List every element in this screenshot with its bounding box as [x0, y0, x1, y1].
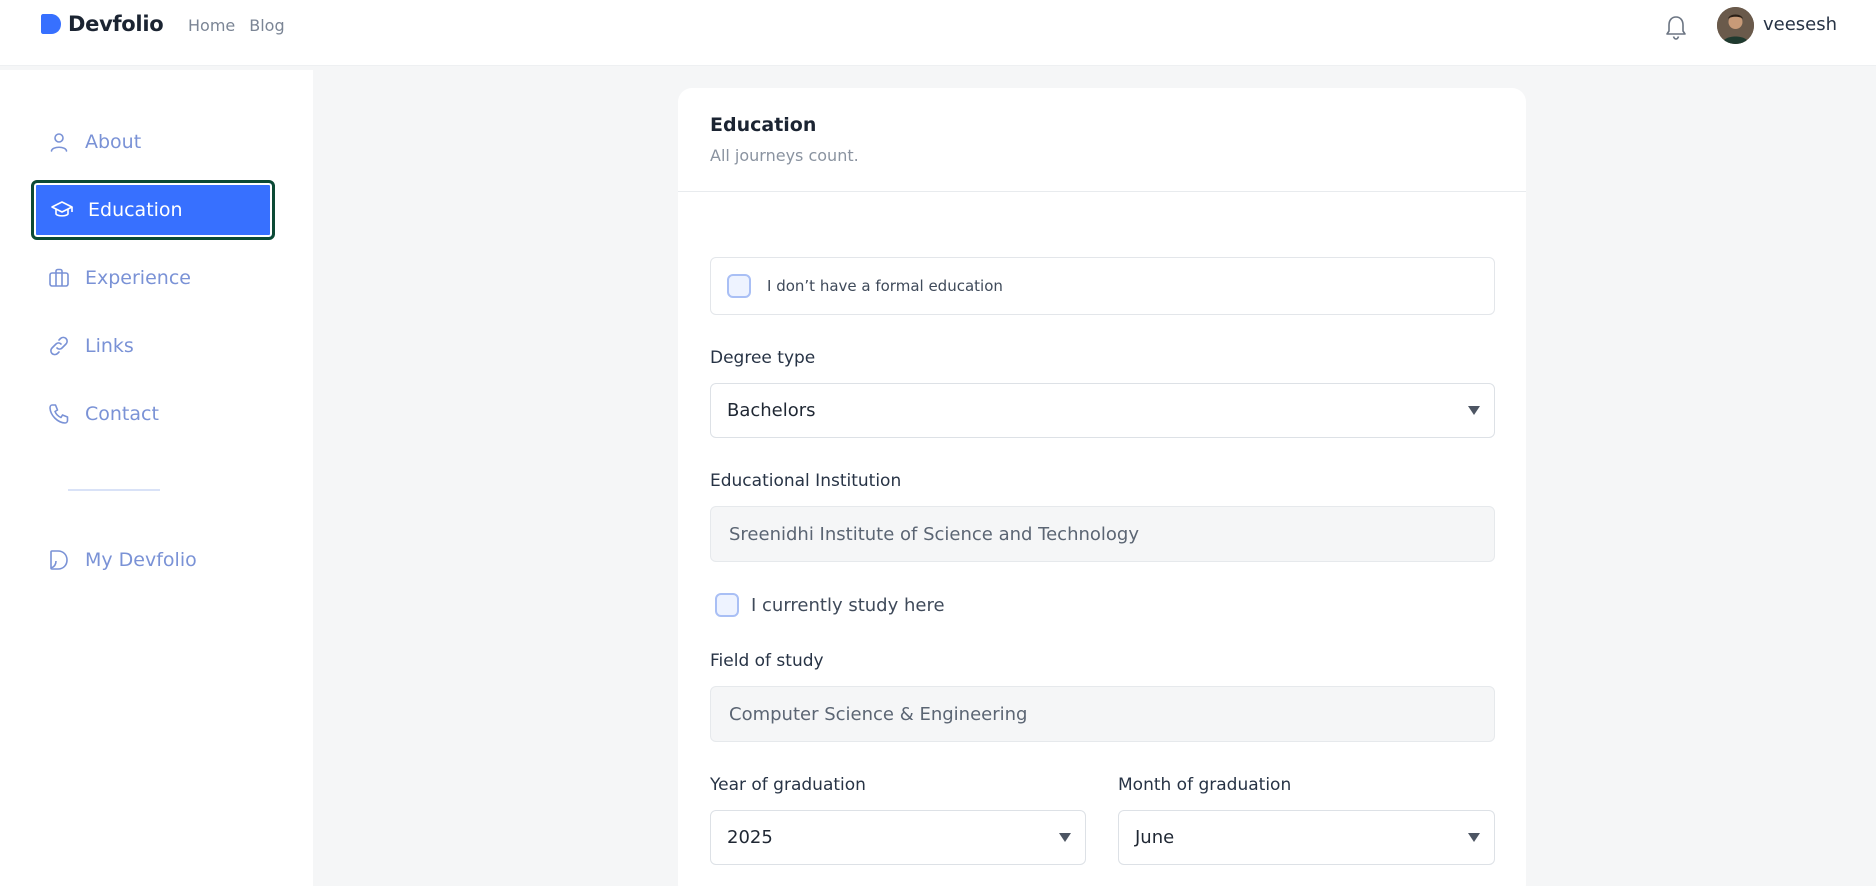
currently-study-checkbox[interactable] — [715, 593, 739, 617]
notification-bell-icon[interactable] — [1664, 14, 1688, 42]
sidebar-item-my-devfolio[interactable]: My Devfolio — [31, 530, 275, 590]
field-of-study-input[interactable]: Computer Science & Engineering — [710, 686, 1495, 742]
currently-study-row: I currently study here — [715, 593, 1500, 617]
devfolio-logo-icon — [41, 14, 61, 34]
sidebar-item-education[interactable]: Education — [31, 180, 275, 240]
no-formal-education-label: I don’t have a formal education — [767, 277, 1003, 295]
link-icon — [50, 336, 68, 356]
degree-type-value: Bachelors — [727, 400, 816, 421]
degree-type-group: Degree type — [710, 348, 1495, 368]
chevron-down-icon — [1059, 833, 1071, 842]
brand-link[interactable]: Devfolio — [40, 12, 164, 36]
month-of-graduation-select[interactable]: June — [1118, 810, 1495, 865]
avatar-image-icon — [1717, 7, 1754, 44]
card-subtitle: All journeys count. — [710, 146, 859, 165]
brand-name: Devfolio — [68, 12, 164, 36]
currently-study-label: I currently study here — [751, 594, 945, 616]
sidebar-item-label: My Devfolio — [85, 549, 197, 571]
avatar[interactable] — [1717, 7, 1754, 44]
nav-blog-link[interactable]: Blog — [249, 16, 284, 35]
month-group: Month of graduation — [1118, 775, 1495, 795]
sidebar: About Education Experience Links Contact — [0, 70, 313, 886]
year-of-graduation-value: 2025 — [727, 827, 773, 848]
year-of-graduation-label: Year of graduation — [710, 775, 866, 795]
institution-group: Educational Institution — [710, 471, 1495, 491]
devfolio-logo-icon — [50, 550, 68, 570]
year-select-box: 2025 — [710, 810, 1086, 865]
chevron-down-icon — [1468, 406, 1480, 415]
user-icon — [50, 133, 68, 152]
nav-home-link[interactable]: Home — [188, 16, 235, 35]
institution-input-box: Sreenidhi Institute of Science and Techn… — [710, 506, 1495, 562]
field-of-study-input-box: Computer Science & Engineering — [710, 686, 1495, 742]
sidebar-item-about[interactable]: About — [31, 112, 275, 172]
year-group: Year of graduation — [710, 775, 1086, 795]
month-of-graduation-value: June — [1135, 827, 1175, 848]
institution-value: Sreenidhi Institute of Science and Techn… — [729, 523, 1140, 545]
briefcase-icon — [49, 268, 69, 287]
phone-icon — [49, 404, 69, 424]
sidebar-item-label: Education — [88, 199, 183, 221]
month-of-graduation-label: Month of graduation — [1118, 775, 1292, 795]
sidebar-item-contact[interactable]: Contact — [31, 384, 275, 444]
sidebar-divider — [68, 489, 160, 491]
education-card: Education All journeys count. I don’t ha… — [678, 88, 1526, 886]
no-formal-education-checkbox[interactable] — [727, 274, 751, 298]
field-of-study-value: Computer Science & Engineering — [729, 703, 1028, 725]
institution-input[interactable]: Sreenidhi Institute of Science and Techn… — [710, 506, 1495, 562]
degree-type-label: Degree type — [710, 348, 816, 368]
degree-type-select-box: Bachelors — [710, 383, 1495, 438]
sidebar-item-label: Links — [85, 335, 134, 357]
graduation-cap-icon — [51, 201, 73, 217]
field-of-study-label: Field of study — [710, 651, 824, 671]
card-title: Education — [710, 114, 817, 136]
no-formal-education-option[interactable]: I don’t have a formal education — [710, 257, 1495, 315]
sidebar-item-label: Contact — [85, 403, 159, 425]
currently-study-option[interactable]: I currently study here — [715, 593, 1500, 617]
degree-type-select[interactable]: Bachelors — [710, 383, 1495, 438]
top-navbar: Devfolio Home Blog veesesh — [0, 0, 1876, 66]
chevron-down-icon — [1468, 833, 1480, 842]
username[interactable]: veesesh — [1763, 14, 1837, 35]
card-header: Education All journeys count. — [678, 88, 1526, 192]
field-of-study-group: Field of study — [710, 651, 1495, 671]
sidebar-item-links[interactable]: Links — [31, 316, 275, 376]
month-select-box: June — [1118, 810, 1495, 865]
year-of-graduation-select[interactable]: 2025 — [710, 810, 1086, 865]
sidebar-item-label: About — [85, 131, 142, 153]
main-nav: Home Blog — [188, 16, 285, 35]
sidebar-item-experience[interactable]: Experience — [31, 248, 275, 308]
institution-label: Educational Institution — [710, 471, 902, 491]
no-formal-education-box: I don’t have a formal education — [710, 257, 1495, 315]
sidebar-item-label: Experience — [85, 267, 191, 289]
